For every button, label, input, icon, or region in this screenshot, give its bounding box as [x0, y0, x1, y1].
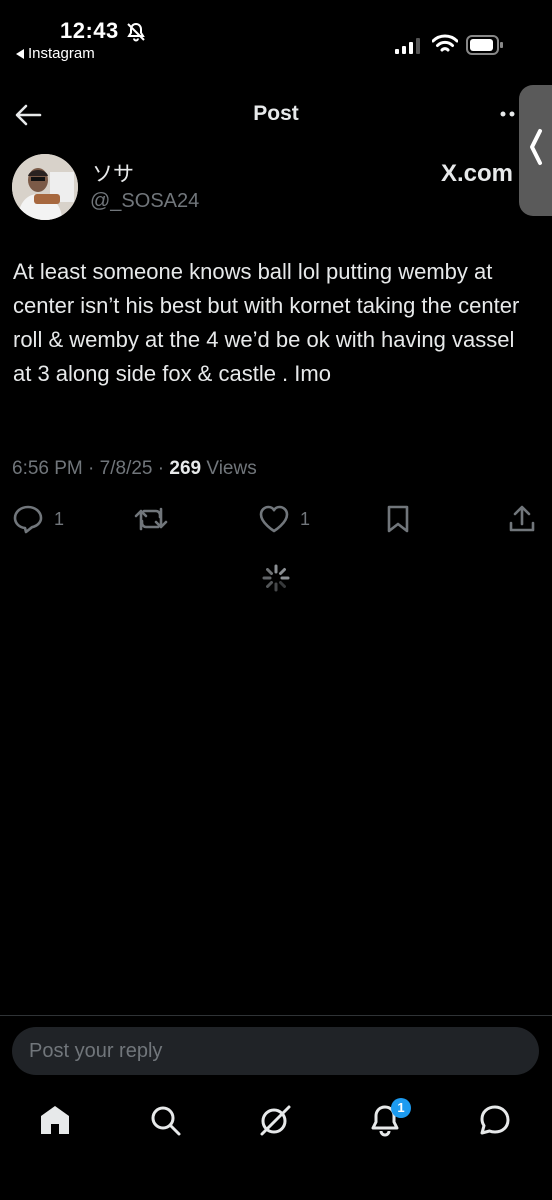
reply-placeholder: Post your reply: [29, 1040, 163, 1062]
bookmark-button[interactable]: [384, 504, 412, 534]
bookmark-icon: [387, 505, 409, 533]
reply-button[interactable]: 1: [12, 504, 64, 534]
home-icon[interactable]: [37, 1102, 73, 1138]
post-header: Post: [0, 90, 552, 140]
battery-icon: [466, 35, 503, 55]
external-site-label: X.com: [441, 160, 514, 187]
repost-icon: [134, 507, 168, 531]
views-count[interactable]: 269: [169, 458, 201, 479]
views-label: Views: [206, 458, 257, 479]
bell-off-icon: [127, 22, 145, 42]
back-app-label: Instagram: [28, 45, 95, 62]
side-drawer-handle[interactable]: [519, 85, 552, 216]
repost-button[interactable]: [134, 504, 168, 534]
loading-spinner-icon: [262, 564, 290, 592]
like-button[interactable]: 1: [258, 504, 310, 534]
author-display-name[interactable]: ソサ: [92, 158, 134, 188]
page-title: Post: [253, 102, 299, 125]
bottom-nav: [0, 1090, 552, 1150]
reply-count: 1: [54, 508, 65, 529]
messages-icon[interactable]: [477, 1102, 513, 1138]
share-button[interactable]: [508, 504, 536, 534]
back-triangle-icon: [16, 48, 24, 59]
post-time: 6:56 PM: [12, 458, 83, 479]
like-count: 1: [300, 508, 311, 529]
meta-separator: ·: [157, 458, 165, 479]
status-time: 12:43: [60, 18, 119, 43]
reply-divider: [0, 1015, 552, 1016]
post-actions: 1 1: [0, 500, 552, 540]
post-text: At least someone knows ball lol putting …: [13, 259, 520, 386]
share-icon: [509, 505, 535, 532]
notification-badge: 1: [391, 1098, 411, 1118]
post-date: 7/8/25: [99, 458, 153, 479]
reply-icon: [13, 505, 43, 534]
chevron-left-icon: [530, 129, 542, 165]
avatar[interactable]: [12, 154, 78, 220]
avatar-image: [12, 154, 78, 220]
post-meta: 6:56 PM · 7/8/25 · 269 Views: [12, 458, 257, 480]
signal-icon: [395, 38, 420, 54]
back-to-app-link[interactable]: Instagram: [16, 45, 95, 62]
reply-input[interactable]: Post your reply: [12, 1027, 539, 1075]
grok-icon[interactable]: [257, 1102, 293, 1138]
status-bar: 12:43 Instagram: [0, 0, 552, 70]
wifi-icon: [432, 34, 458, 52]
author-handle[interactable]: @_SOSA24: [90, 190, 199, 213]
meta-separator: ·: [88, 458, 95, 479]
search-icon[interactable]: [147, 1102, 183, 1138]
heart-icon: [259, 505, 289, 533]
